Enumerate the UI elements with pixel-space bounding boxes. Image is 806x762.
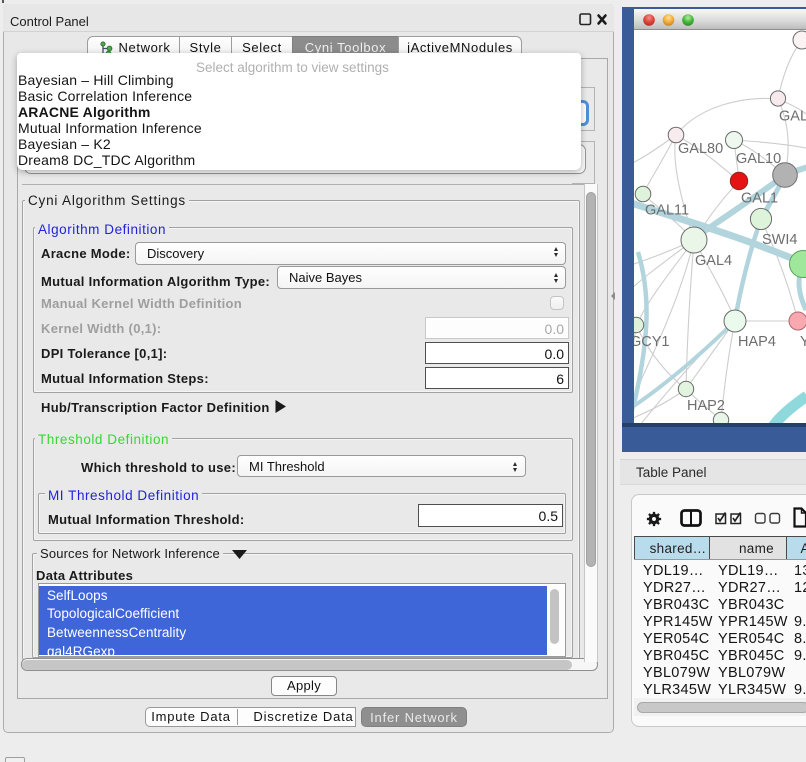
svg-text:GCY1: GCY1 (634, 334, 670, 350)
svg-text:GAL80: GAL80 (678, 141, 723, 157)
svg-text:HAP2: HAP2 (687, 398, 725, 414)
svg-text:GAL4: GAL4 (695, 253, 732, 269)
svg-text:GAL11: GAL11 (645, 203, 689, 219)
svg-text:SWI4: SWI4 (762, 232, 797, 248)
svg-text:Y: Y (800, 334, 806, 350)
svg-text:GAL7: GAL7 (779, 109, 806, 125)
svg-text:GAL1: GAL1 (741, 191, 778, 207)
svg-text:GAL10: GAL10 (736, 151, 781, 167)
svg-text:HAP4: HAP4 (738, 334, 776, 350)
